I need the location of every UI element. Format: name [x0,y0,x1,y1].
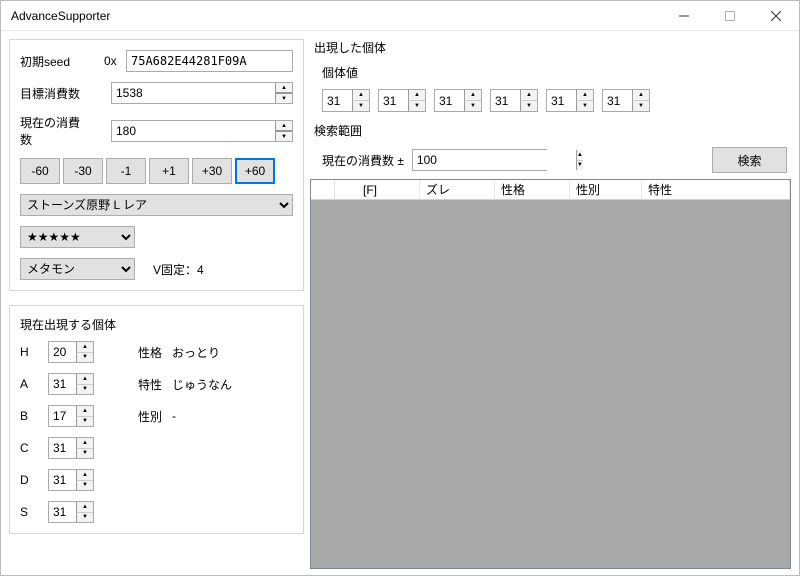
iv-0-spinner[interactable]: ▲▼ [322,89,370,112]
species-select[interactable]: メタモン [20,258,135,280]
stat-c-label: C [20,441,40,455]
down-icon[interactable]: ▼ [275,131,292,141]
stat-s-label: S [20,505,40,519]
results-table[interactable]: [F] ズレ 性格 性別 特性 [310,179,791,569]
plus-30-button[interactable]: +30 [192,158,232,184]
ivs-label: 個体値 [322,64,787,81]
target-spinner[interactable]: ▲▼ [111,82,293,104]
ability-value: じゅうなん [172,376,232,393]
appeared-title: 出現した個体 [314,39,787,56]
col-nature[interactable]: 性格 [495,180,570,199]
stat-b-spinner[interactable]: ▲▼ [48,405,94,427]
stat-d-spinner[interactable]: ▲▼ [48,469,94,491]
col-zure[interactable]: ズレ [420,180,495,199]
iv-4-spinner[interactable]: ▲▼ [546,89,594,112]
seed-label: 初期seed [20,53,98,70]
gender-value: - [172,409,176,423]
up-icon[interactable]: ▲ [275,83,292,93]
table-body [311,200,790,568]
plus-60-button[interactable]: +60 [235,158,275,184]
search-button[interactable]: 検索 [712,147,787,173]
gender-label: 性別 [138,408,162,425]
down-icon[interactable]: ▼ [275,93,292,103]
nature-value: おっとり [172,344,220,361]
current-pokemon-title: 現在出現する個体 [20,316,293,333]
nature-label: 性格 [138,344,162,361]
col-ability[interactable]: 特性 [642,180,790,199]
plus-1-button[interactable]: +1 [149,158,189,184]
col-gender[interactable]: 性別 [570,180,642,199]
iv-2-spinner[interactable]: ▲▼ [434,89,482,112]
range-current-label: 現在の消費数 ± [322,152,404,169]
stat-s-spinner[interactable]: ▲▼ [48,501,94,523]
ability-label: 特性 [138,376,162,393]
target-label: 目標消費数 [20,85,86,102]
range-spinner[interactable]: ▲▼ [412,149,547,171]
minus-1-button[interactable]: -1 [106,158,146,184]
stat-h-label: H [20,345,40,359]
table-header: [F] ズレ 性格 性別 特性 [311,180,790,200]
close-button[interactable] [753,1,799,30]
titlebar: AdvanceSupporter [1,1,799,31]
iv-5-spinner[interactable]: ▲▼ [602,89,650,112]
col-f[interactable]: [F] [335,180,420,199]
seed-prefix: 0x [104,54,120,68]
current-pokemon-panel: 現在出現する個体 H ▲▼ 性格 おっとり A [9,305,304,534]
stat-c-spinner[interactable]: ▲▼ [48,437,94,459]
den-select[interactable]: ストーンズ原野 L レア [20,194,293,216]
seed-input[interactable] [126,50,293,72]
current-label: 現在の消費数 [20,114,86,148]
stat-a-label: A [20,377,40,391]
up-icon[interactable]: ▲ [275,121,292,131]
minus-30-button[interactable]: -30 [63,158,103,184]
window-title: AdvanceSupporter [11,9,661,23]
stat-a-spinner[interactable]: ▲▼ [48,373,94,395]
fixed-v-label: V固定：4 [153,261,204,278]
stat-b-label: B [20,409,40,423]
seed-panel: 初期seed 0x 目標消費数 ▲▼ 現在の消費数 [9,39,304,291]
iv-3-spinner[interactable]: ▲▼ [490,89,538,112]
maximize-button[interactable] [707,1,753,30]
row-header-corner [311,180,335,199]
stat-d-label: D [20,473,40,487]
star-select[interactable]: ★★★★★ [20,226,135,248]
stat-h-spinner[interactable]: ▲▼ [48,341,94,363]
minus-60-button[interactable]: -60 [20,158,60,184]
current-spinner[interactable]: ▲▼ [111,120,293,142]
minimize-button[interactable] [661,1,707,30]
iv-1-spinner[interactable]: ▲▼ [378,89,426,112]
range-label: 検索範囲 [314,122,787,139]
